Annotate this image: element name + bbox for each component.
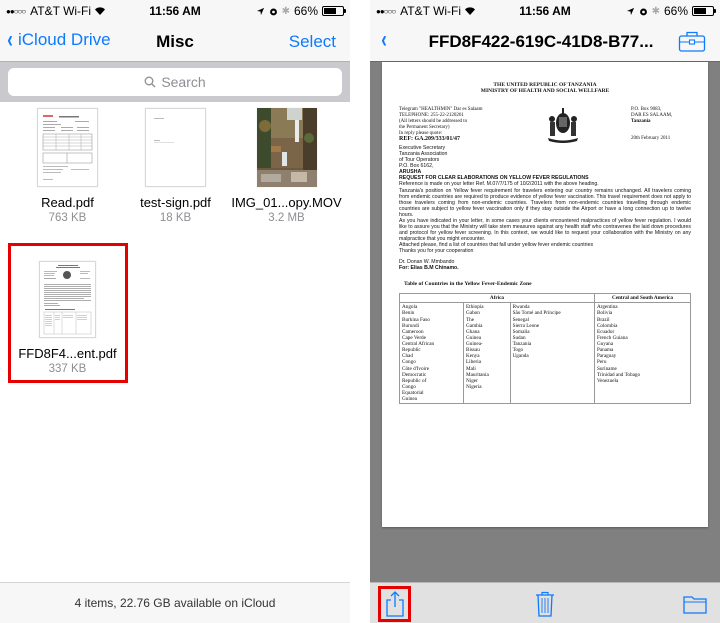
country-name: Venezuela [596,377,619,384]
table-header: Central and South America [593,293,692,304]
status-bar: ●●○○○ AT&T Wi-Fi 11:56 AM ✱ 66% [0,0,350,22]
pdf-page: THE UNITED REPUBLIC OF TANZANIA MINISTRY… [382,62,708,527]
file-name: Read.pdf [41,195,94,210]
sender-block: Telegram "HEALTHMIN" Dar es Salaam TELEP… [399,107,494,145]
file-item[interactable]: IMG_01...opy.MOV 3.2 MB [229,108,344,224]
pdf-viewer-screen: ●●○○○ AT&T Wi-Fi 11:56 AM ✱ 66% ‹ FFD8F4… [370,0,720,623]
selected-file-highlight [8,243,128,383]
toolbox-button[interactable] [678,29,706,58]
doc-header-line: MINISTRY OF HEALTH AND SOCIAL WELLFARE [480,88,610,95]
country-column: Argentina Bolivia Brazil Colombia Ecuador Fre… [593,302,692,405]
status-right: ✱ 66% [626,4,716,18]
battery-percent: 66% [663,4,688,18]
location-icon [626,7,634,15]
paragraph: As you have indicated in your letter, in… [399,217,691,243]
letter-body: Executive Secretary Tanzania Association… [399,145,691,272]
document-title: FFD8F422-619C-41D8-B77... [428,32,654,51]
folder-icon [683,596,707,614]
file-item[interactable]: test-sign.pdf 18 KB [118,108,233,224]
country-name: Guinea [402,396,417,403]
pdf-thumbnail [145,108,206,187]
bluetooth-icon: ✱ [651,5,660,17]
delete-button[interactable] [530,589,560,619]
coat-of-arms-icon [547,107,578,143]
storage-footer: 4 items, 22.76 GB available on iCloud [0,582,350,623]
country-name: Uganda [512,353,529,360]
alarm-icon [269,8,277,15]
for-line: For: Elias B.M Chinamo. [399,265,459,272]
toolbox-icon [678,31,706,52]
video-thumbnail [256,108,317,187]
select-button[interactable]: Select [289,32,336,52]
search-bar: Search [0,62,350,102]
alarm-icon [639,8,647,15]
search-icon [144,76,156,88]
sender-line: Telegram "HEALTHMIN" Dar es Salaam [399,106,483,112]
search-placeholder: Search [161,74,206,90]
file-size: 3.2 MB [268,212,305,224]
battery-icon [322,6,346,16]
battery-icon [692,6,716,16]
file-size: 18 KB [159,212,192,224]
paragraph: Tanzania's position on Yellow fever requ… [399,187,691,218]
reference-number: REF: GA.209/333/01/47 [399,136,460,143]
blank-document-icon [154,118,174,143]
bottom-toolbar [370,582,720,623]
doc-header: THE UNITED REPUBLIC OF TANZANIA MINISTRY… [399,82,691,95]
address-block: P.O. Box 9083, DAR ES SALAAM, Tanzania 2… [631,107,691,145]
file-item[interactable]: Read.pdf 763 KB [10,108,125,224]
table-header: Africa [399,293,595,304]
waterfall-photo-icon [256,108,317,187]
share-button-highlight [378,586,411,622]
status-right: ✱ 66% [256,4,346,18]
status-bar: ●●○○○ AT&T Wi-Fi 11:56 AM ✱ 66% [370,0,720,22]
countries-table: Africa Central and South America Angola B… [398,293,692,405]
country-column: Rwanda São Tomé and Principe Senegal Sierra… [509,302,595,405]
country-column: Ethiopia Gabon The Gambia Ghana Guinea Guinea-… [463,302,511,405]
move-button[interactable] [680,589,710,619]
navigation-bar: ‹ iCloud Drive Misc Select [0,22,350,62]
location-icon [256,7,264,15]
table-title: Table of Countries in the Yellow Fever-E… [404,280,532,287]
country-name: Nigeria [466,383,482,390]
form-document-icon [42,115,93,180]
country-column: Angola Benin Burkina Faso Burundi Cameroon Ca… [398,302,465,405]
paragraph: Thanks you for your cooperation [399,248,474,255]
pdf-viewer[interactable]: THE UNITED REPUBLIC OF TANZANIA MINISTRY… [370,62,720,582]
battery-percent: 66% [293,4,318,18]
letterhead: Telegram "HEALTHMIN" Dar es Salaam TELEP… [399,107,691,145]
bluetooth-icon: ✱ [281,5,290,17]
file-name: IMG_01...opy.MOV [231,195,342,210]
search-input[interactable]: Search [8,68,342,96]
icloud-drive-screen: ●●○○○ AT&T Wi-Fi 11:56 AM ✱ 66% ‹ iCloud… [0,0,350,623]
navigation-bar: ‹ FFD8F422-619C-41D8-B77... [370,22,720,62]
file-name: test-sign.pdf [140,195,211,210]
address-line: Tanzania [631,118,651,124]
trash-icon [536,591,554,617]
file-size: 763 KB [48,212,87,224]
pdf-thumbnail [37,108,98,187]
letter-date: 20th February 2011 [631,135,671,141]
